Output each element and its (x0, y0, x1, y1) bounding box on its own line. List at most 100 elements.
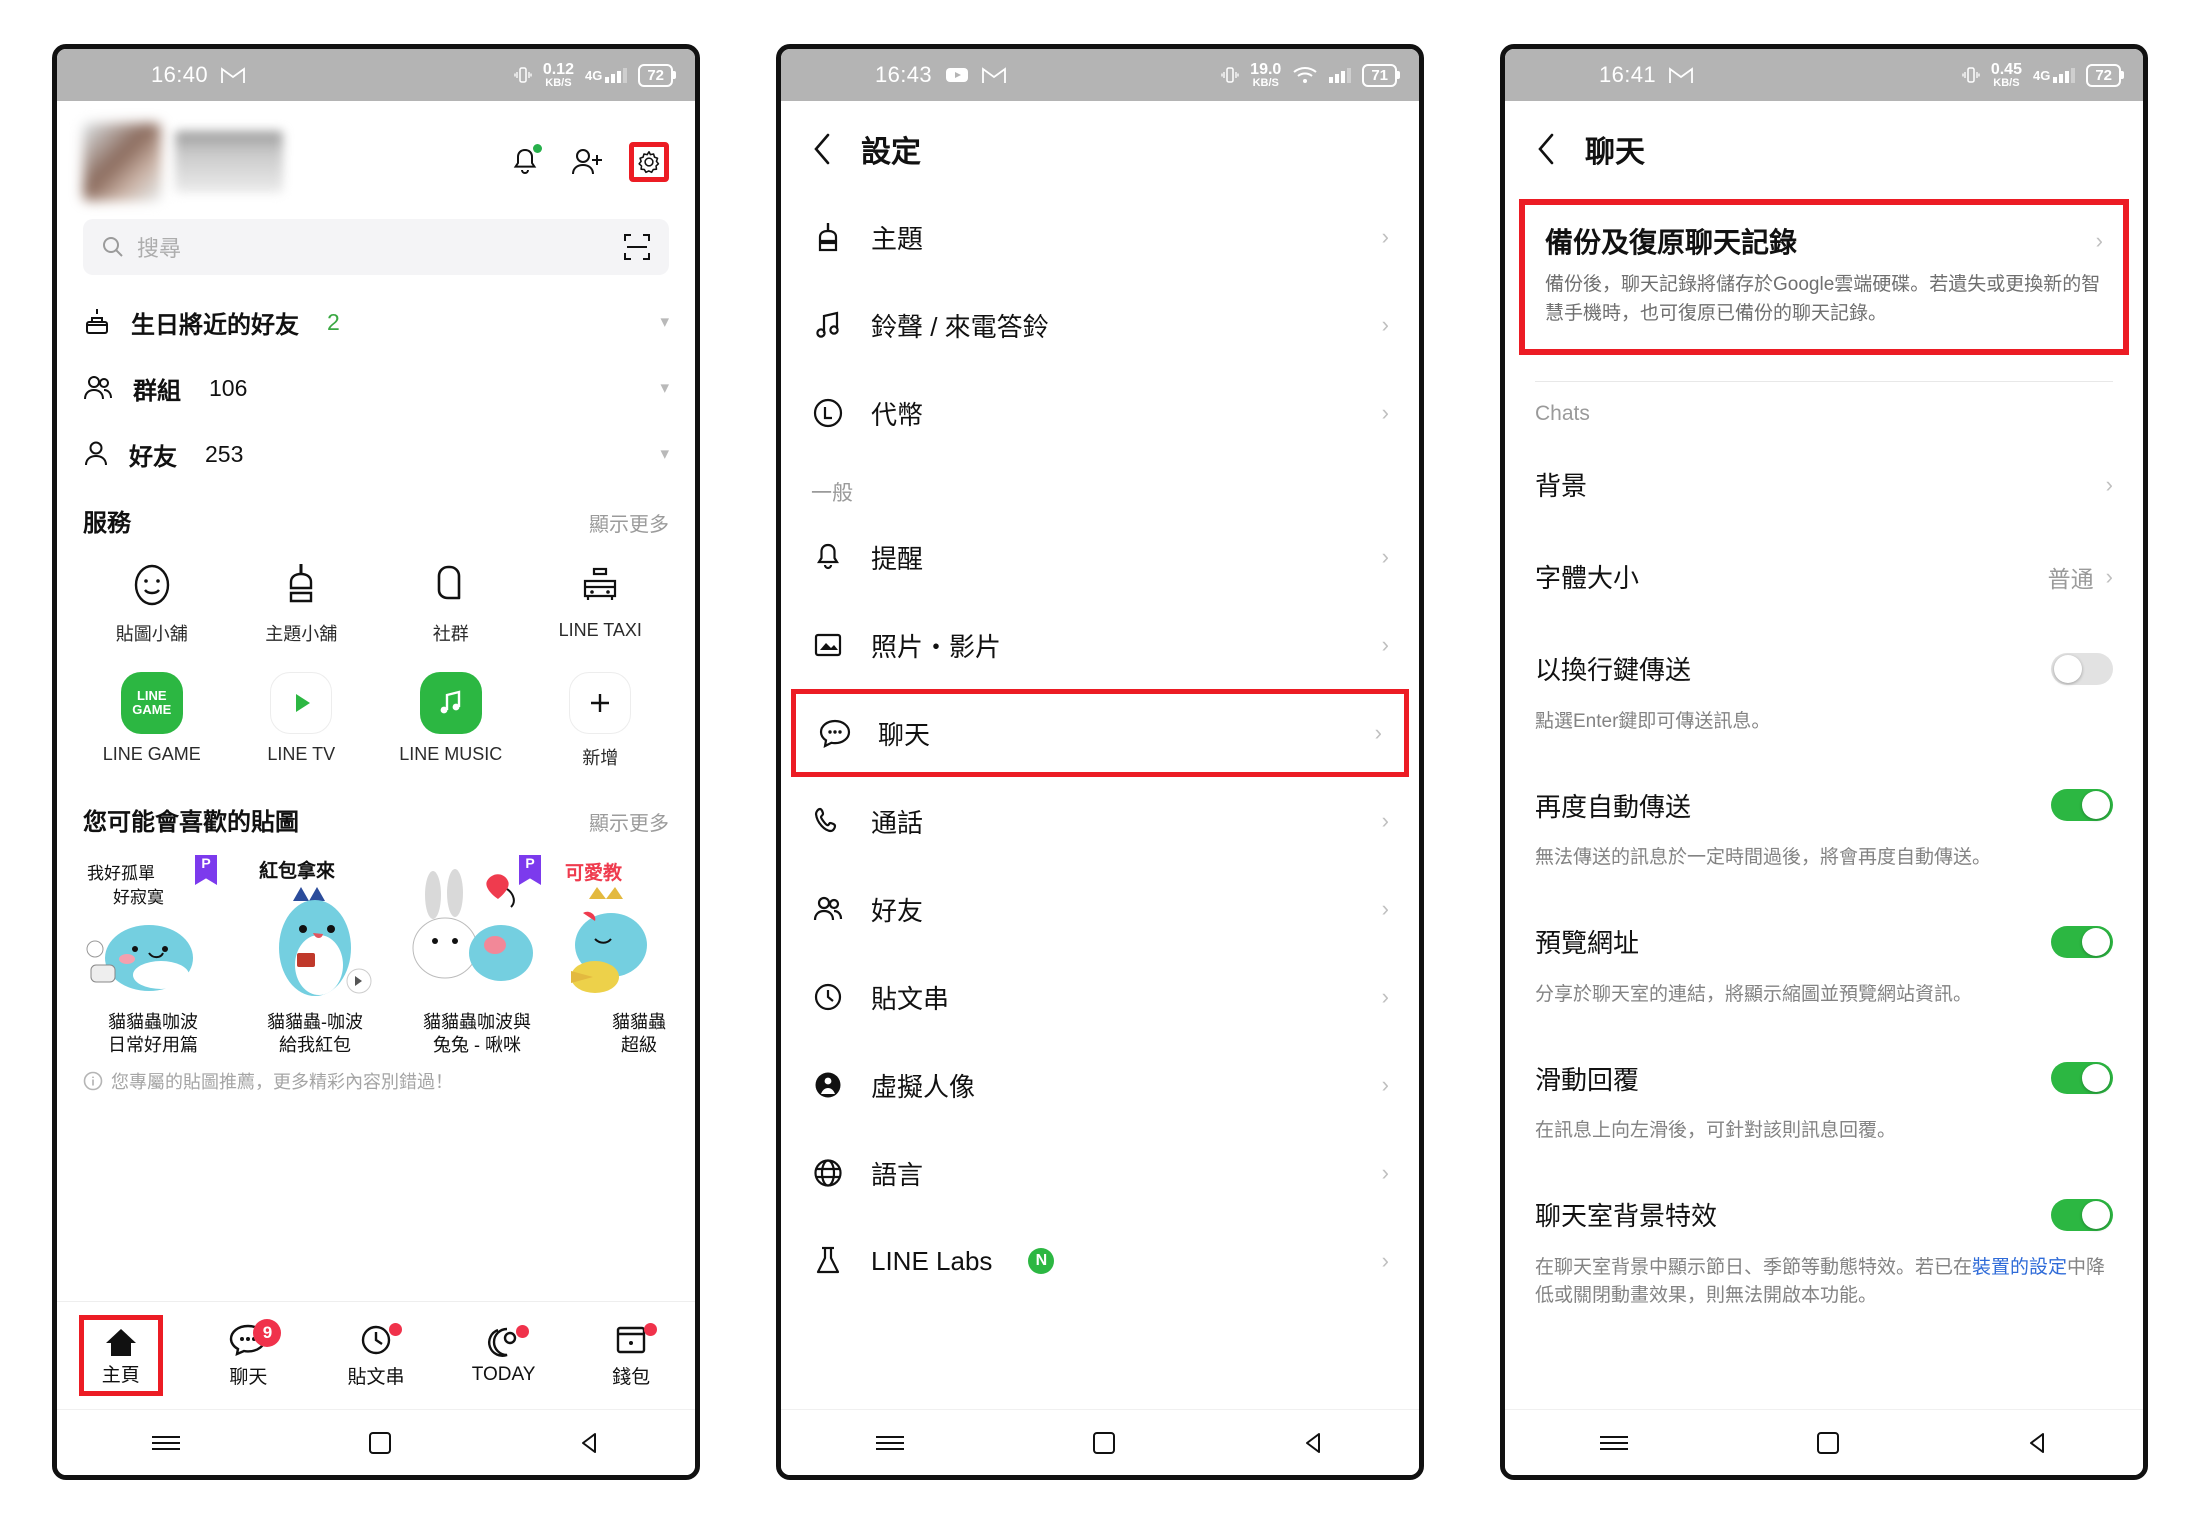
service-line-tv[interactable]: LINE TV (227, 662, 377, 786)
settings-row-label: 代幣 (871, 399, 924, 430)
status-bar-3: 16:41 0.45 KB/S 4G 72 (1505, 49, 2143, 101)
enter-send-toggle[interactable] (2051, 652, 2113, 685)
settings-row-theme[interactable]: 主題 › (781, 193, 1419, 281)
profile-name-blurred (175, 131, 283, 193)
sticker-name: 貓貓蟲 超級 (612, 1012, 666, 1056)
device-settings-link[interactable]: 裝置的設定 (1972, 1257, 2067, 1278)
settings-row-line-labs[interactable]: LINE Labs N › (781, 1217, 1419, 1305)
friend-row-birthday[interactable]: 生日將近的好友 2 ▾ (83, 289, 669, 355)
chat-row-auto-resend[interactable]: 再度自動傳送 (1505, 766, 2143, 844)
bottom-nav-home[interactable]: 主頁 (57, 1315, 185, 1396)
sticker-card[interactable]: P 貓貓蟲咖波與 兔兔 - 啾咪 (403, 853, 551, 1058)
link-preview-toggle[interactable] (2051, 925, 2113, 958)
services-show-more[interactable]: 顯示更多 (589, 508, 669, 537)
sticker-image: 我好孤單 好寂寞 P (79, 853, 227, 1003)
bottom-nav-today[interactable]: TODAY (440, 1325, 568, 1386)
bottom-nav-wallet[interactable]: 錢包 (567, 1322, 695, 1389)
chat-row-swipe-reply[interactable]: 滑動回覆 (1505, 1039, 2143, 1117)
settings-row-photo-video[interactable]: 照片・影片 › (781, 601, 1419, 689)
settings-row-coin[interactable]: 代幣 › (781, 369, 1419, 457)
service-add[interactable]: 新增 (526, 662, 676, 786)
bottom-nav-label: 錢包 (612, 1366, 651, 1388)
triangle-back-icon[interactable] (2025, 1430, 2051, 1456)
service-openchat[interactable]: 社群 (376, 550, 526, 662)
square-home-icon[interactable] (1815, 1430, 1841, 1456)
menu-icon[interactable] (873, 1433, 907, 1453)
chevron-down-icon[interactable]: ▾ (660, 378, 669, 398)
chat-row-bg-effect[interactable]: 聊天室背景特效 (1505, 1176, 2143, 1254)
chat-row-font-size[interactable]: 字體大小 普通 › (1505, 538, 2143, 616)
today-dot (516, 1325, 530, 1338)
triangle-back-icon[interactable] (1301, 1430, 1327, 1456)
service-label: 新增 (582, 748, 619, 768)
info-icon (83, 1071, 103, 1091)
service-line-game[interactable]: LINE GAME LINE GAME (77, 662, 227, 786)
notification-dot (533, 144, 542, 153)
settings-row-ringtone[interactable]: 鈴聲 / 來電答鈴 › (781, 281, 1419, 369)
menu-icon[interactable] (149, 1433, 183, 1453)
vibrate-icon (1221, 65, 1239, 85)
settings-row-avatar[interactable]: 虛擬人像 › (781, 1041, 1419, 1129)
screen-1: 搜尋 生日將近的好友 2 ▾ 群組 106 ▾ 好友 253 ▾ 服務 顯示更多… (57, 101, 695, 1409)
chat-row-background[interactable]: 背景 › (1505, 446, 2143, 524)
backup-restore-card[interactable]: 備份及復原聊天記錄 › 備份後，聊天記錄將儲存於Google雲端硬碟。若遺失或更… (1519, 199, 2129, 355)
qr-scan-icon[interactable] (623, 233, 651, 261)
search-icon (101, 235, 125, 259)
chat-bubble-icon (818, 718, 852, 748)
bottom-nav-chat[interactable]: 9 聊天 (185, 1318, 313, 1389)
menu-icon[interactable] (1597, 1433, 1631, 1453)
sticker-card[interactable]: 紅包拿來 貓貓蟲-咖波 給我紅包 (241, 853, 389, 1058)
back-chevron-icon[interactable] (1535, 132, 1559, 166)
sticker-card[interactable]: 可愛教 貓貓蟲 超級 (565, 853, 695, 1058)
friend-row-friends[interactable]: 好友 253 ▾ (83, 421, 669, 487)
friend-row-count: 253 (205, 440, 244, 467)
add-friend-icon[interactable] (567, 142, 607, 182)
chat-row-label: 字體大小 (1535, 563, 1640, 594)
square-home-icon[interactable] (367, 1430, 393, 1456)
phone-3-chat-settings: 16:41 0.45 KB/S 4G 72 聊天 備份及復原聊天記錄 › 備份後… (1500, 44, 2148, 1480)
sticker-card[interactable]: 我好孤單 好寂寞 P 貓貓蟲咖波 日常好用篇 (79, 853, 227, 1058)
chat-row-label: 再度自動傳送 (1535, 791, 1692, 822)
chat-option-enter-send: 以換行鍵傳送 點選Enter鍵即可傳送訊息。 (1505, 616, 2143, 753)
settings-row-timeline[interactable]: 貼文串 › (781, 953, 1419, 1041)
avatar[interactable] (83, 123, 161, 201)
triangle-back-icon[interactable] (577, 1430, 603, 1456)
chevron-down-icon[interactable]: ▾ (660, 444, 669, 464)
swipe-reply-toggle[interactable] (2051, 1062, 2113, 1095)
search-input[interactable]: 搜尋 (83, 219, 669, 275)
service-label: 主題小舖 (265, 624, 338, 644)
service-line-taxi[interactable]: LINE TAXI (526, 550, 676, 662)
chevron-down-icon[interactable]: ▾ (660, 312, 669, 332)
sticker-carousel[interactable]: 我好孤單 好寂寞 P 貓貓蟲咖波 日常好用篇 紅包拿來 貓貓蟲-咖波 給我紅包 … (57, 843, 695, 1058)
stickers-show-more[interactable]: 顯示更多 (589, 807, 669, 836)
settings-row-call[interactable]: 通話 › (781, 777, 1419, 865)
settings-row-friends[interactable]: 好友 › (781, 865, 1419, 953)
service-line-music[interactable]: LINE MUSIC (376, 662, 526, 786)
chat-row-label: 聊天室背景特效 (1535, 1201, 1718, 1232)
friends-icon (811, 894, 845, 924)
bottom-nav-timeline[interactable]: 貼文串 (312, 1322, 440, 1389)
service-sticker-shop[interactable]: 貼圖小舖 (77, 550, 227, 662)
gear-icon[interactable] (629, 142, 669, 182)
sticker-image: 可愛教 (565, 853, 695, 1003)
settings-row-notification[interactable]: 提醒 › (781, 513, 1419, 601)
signal-icon: 4G (585, 67, 628, 83)
bell-icon[interactable] (505, 142, 545, 182)
back-chevron-icon[interactable] (811, 132, 835, 166)
chat-row-enter-send[interactable]: 以換行鍵傳送 (1505, 630, 2143, 708)
profile-actions (505, 142, 669, 182)
service-theme-shop[interactable]: 主題小舖 (227, 550, 377, 662)
services-header: 服務 顯示更多 (57, 487, 695, 544)
auto-resend-toggle[interactable] (2051, 789, 2113, 822)
photo-icon (811, 630, 845, 660)
square-home-icon[interactable] (1091, 1430, 1117, 1456)
right-chevron-icon: › (1381, 312, 1389, 337)
bg-effect-toggle[interactable] (2051, 1198, 2113, 1231)
backup-title-row: 備份及復原聊天記錄 › (1545, 221, 2103, 261)
network-speed: 0.45 KB/S (1990, 60, 2022, 89)
chat-row-link-preview[interactable]: 預覽網址 (1505, 903, 2143, 981)
settings-row-language[interactable]: 語言 › (781, 1129, 1419, 1217)
friend-row-groups[interactable]: 群組 106 ▾ (83, 355, 669, 421)
svg-text:可愛教: 可愛教 (565, 861, 623, 884)
settings-row-chat[interactable]: 聊天 › (791, 689, 1409, 777)
